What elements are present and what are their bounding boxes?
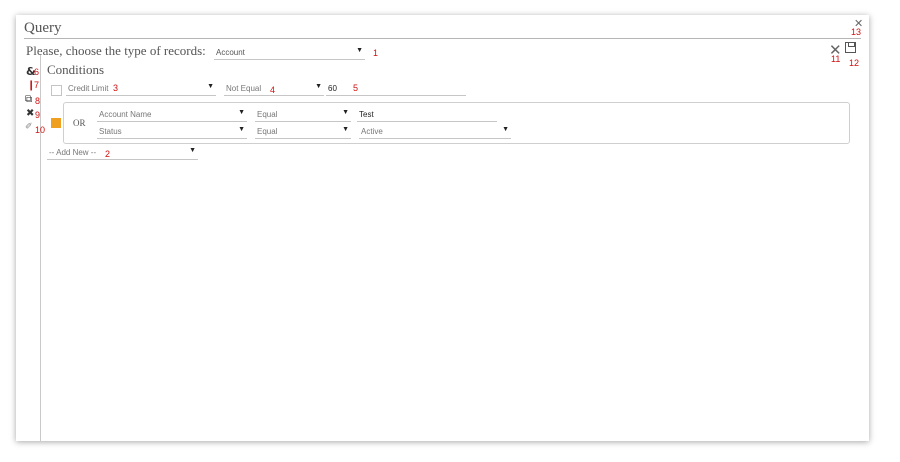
chevron-down-icon: ▼ xyxy=(238,109,245,116)
chevron-down-icon: ▼ xyxy=(207,83,214,90)
chevron-down-icon: ▼ xyxy=(189,147,196,154)
conditions-title: Conditions xyxy=(47,62,105,77)
add-new-number: 2 xyxy=(105,149,111,159)
add-new-label: -- Add New -- xyxy=(49,148,97,157)
chevron-down-icon: ▼ xyxy=(238,126,245,133)
operator-number: 4 xyxy=(270,85,276,95)
sidebar-divider xyxy=(40,55,41,441)
group-number: 8 xyxy=(35,96,41,106)
group-field-dropdown[interactable]: Status ▼ xyxy=(97,125,247,139)
record-type-dropdown[interactable]: Account ▼ xyxy=(214,46,365,60)
value-input[interactable]: 60 xyxy=(326,82,466,96)
chevron-down-icon: ▼ xyxy=(342,126,349,133)
group-value-text: Test xyxy=(359,110,374,119)
cancel-number: 11 xyxy=(831,54,841,64)
eraser-number: 10 xyxy=(35,125,46,135)
group-operator-dropdown[interactable]: Equal ▼ xyxy=(255,125,351,139)
group-logic-label[interactable]: OR xyxy=(73,118,86,128)
chevron-down-icon: ▼ xyxy=(315,83,322,90)
condition-checkbox[interactable] xyxy=(51,85,62,96)
chevron-down-icon: ▼ xyxy=(342,109,349,116)
group-operator-dropdown[interactable]: Equal ▼ xyxy=(255,108,351,122)
record-type-label: Please, choose the type of records: xyxy=(26,43,206,58)
save-icon-shutter xyxy=(848,43,855,47)
and-number: 6 xyxy=(34,67,40,77)
group-value-select: Active xyxy=(361,127,383,136)
record-type-value: Account xyxy=(216,48,245,57)
field-dropdown[interactable]: Credit Limit ▼ xyxy=(66,82,216,96)
add-new-dropdown[interactable]: -- Add New -- ▼ xyxy=(47,146,198,160)
group-field-dropdown[interactable]: Account Name ▼ xyxy=(97,108,247,122)
chevron-down-icon: ▼ xyxy=(502,126,509,133)
chevron-down-icon: ▼ xyxy=(356,47,363,54)
group-field-value: Status xyxy=(99,127,122,136)
record-type-number: 1 xyxy=(373,48,379,58)
group-marker[interactable] xyxy=(51,118,61,128)
eraser-icon[interactable]: ✐ xyxy=(25,122,33,133)
or-number: 7 xyxy=(34,80,40,90)
value-number: 5 xyxy=(353,83,359,93)
field-number: 3 xyxy=(113,83,119,93)
title-divider xyxy=(24,38,861,39)
group-operator-value: Equal xyxy=(257,110,278,119)
group-value-dropdown[interactable]: Active ▼ xyxy=(359,125,511,139)
value-text: 60 xyxy=(328,84,337,93)
group-field-value: Account Name xyxy=(99,110,152,119)
save-icon[interactable] xyxy=(845,42,856,53)
close-number: 13 xyxy=(851,27,862,37)
group-operator-value: Equal xyxy=(257,127,278,136)
window-title: Query xyxy=(24,20,62,36)
query-window: Query ✕ 13 Please, choose the type of re… xyxy=(16,15,869,441)
delete-icon[interactable]: ✖ xyxy=(26,108,34,119)
save-number: 12 xyxy=(849,58,860,68)
field-value: Credit Limit xyxy=(68,84,109,93)
group-value-input[interactable]: Test xyxy=(357,108,497,122)
group-icon[interactable]: ⧉ xyxy=(25,94,32,105)
delete-number: 9 xyxy=(35,110,41,120)
operator-value: Not Equal xyxy=(226,84,262,93)
